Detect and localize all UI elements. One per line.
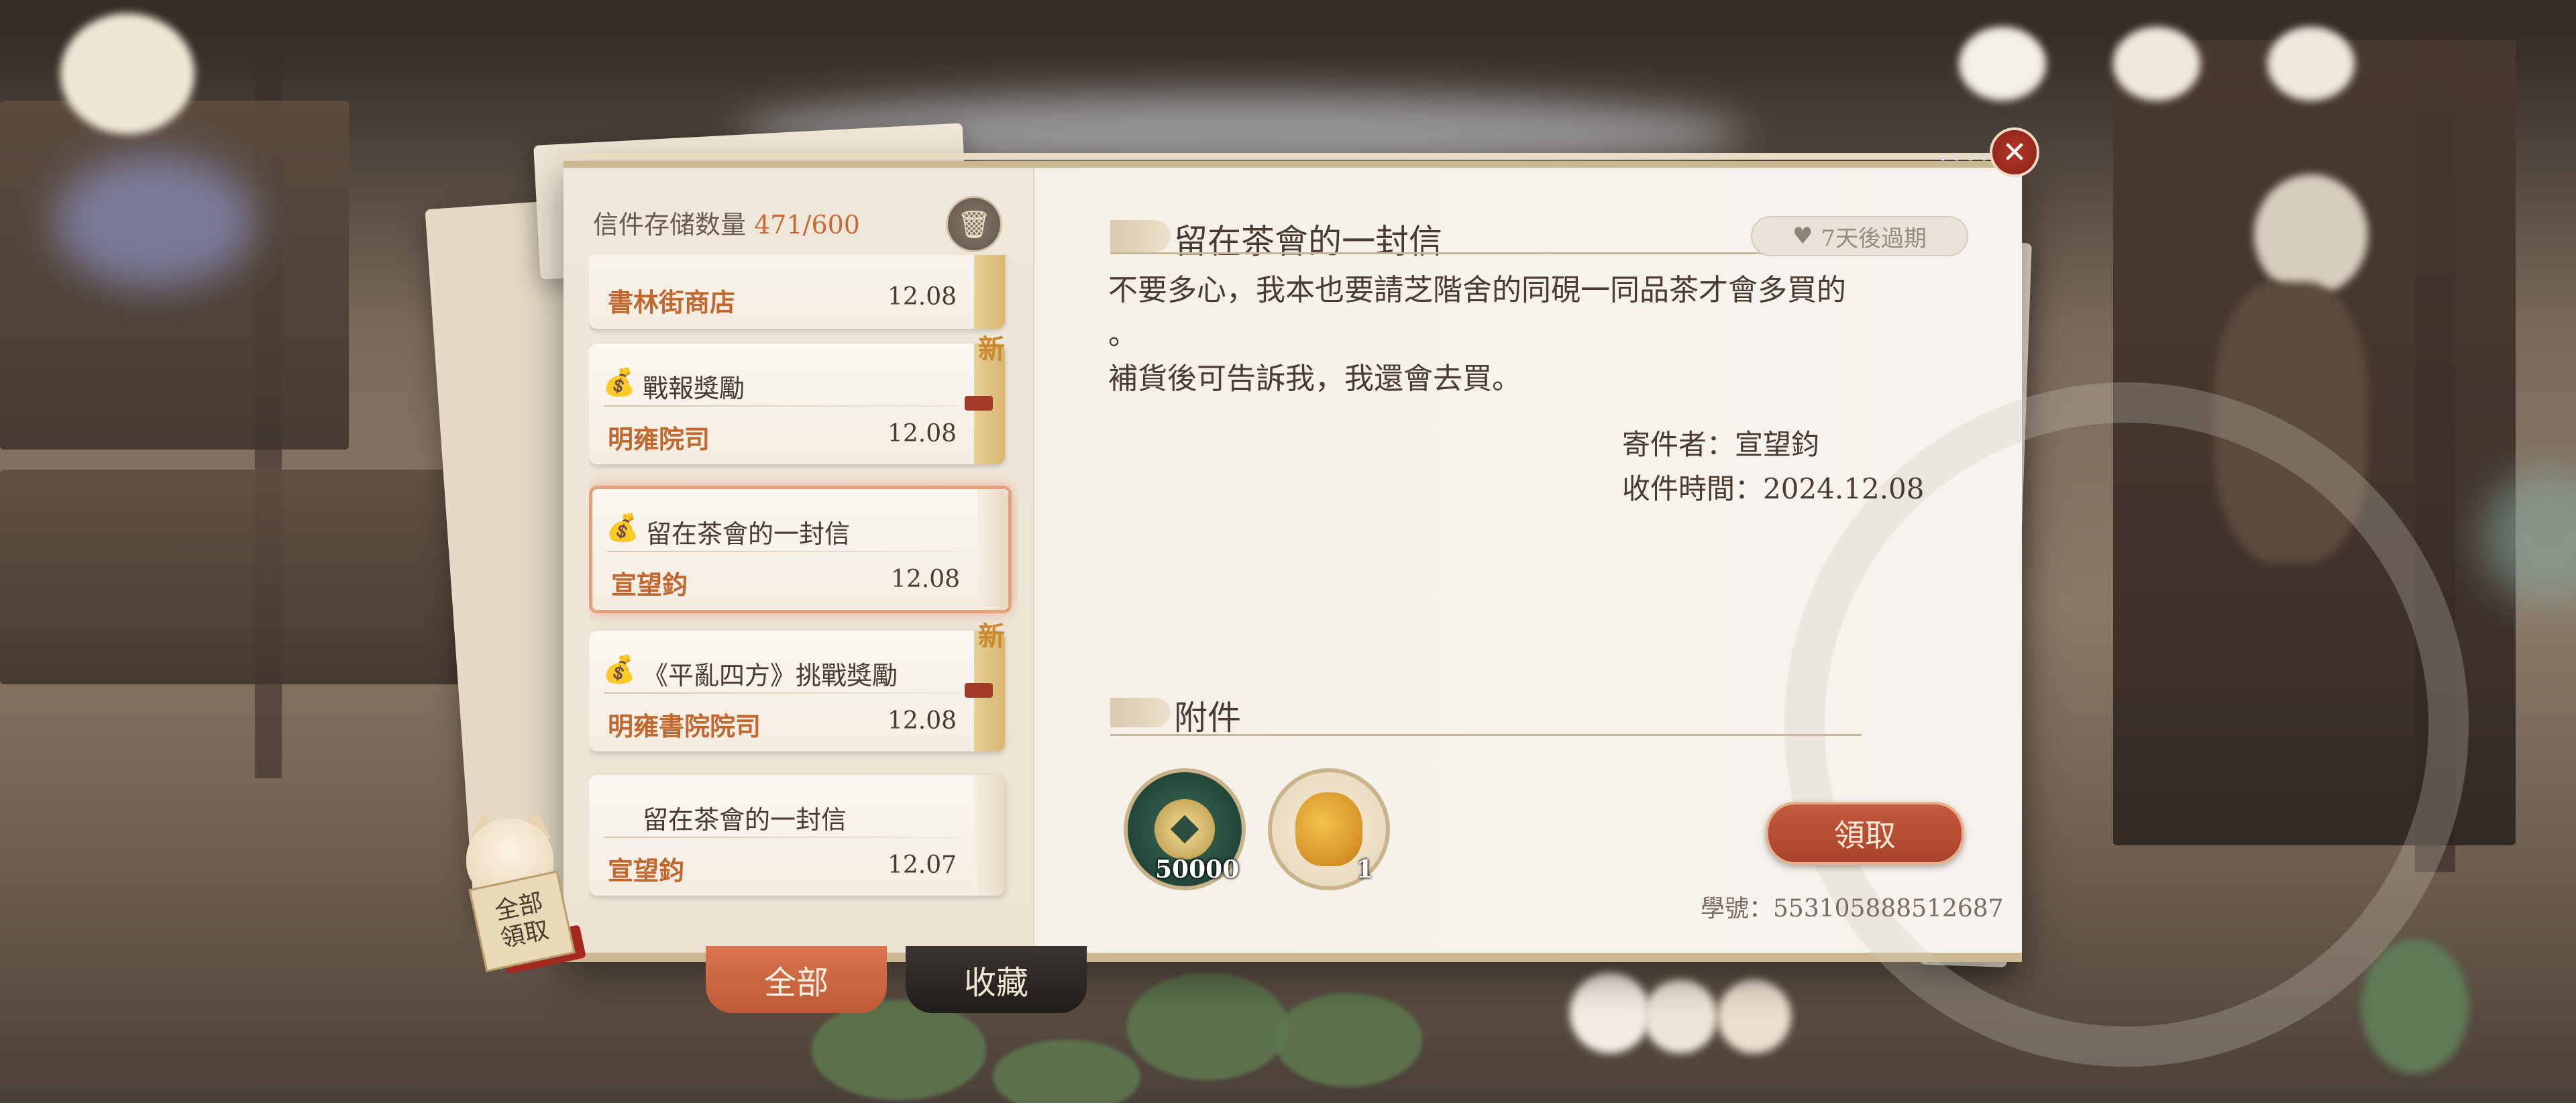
mail-list[interactable]: 書林街商店 12.08 新 💰 戰報獎勵 明雍院司 12.08 💰 留在茶會的一… <box>589 255 1018 926</box>
heart-icon: ♥ <box>1792 223 1813 250</box>
mail-item-date: 12.08 <box>890 566 960 593</box>
student-id-value: 553105888512687 <box>1773 895 2004 923</box>
storage-indicator: 信件存储数量 471/600 <box>593 204 860 241</box>
storage-count: 471/600 <box>754 210 860 240</box>
title-underline <box>1110 252 1862 254</box>
mail-item[interactable]: 新 💰 戰報獎勵 明雍院司 12.08 <box>589 333 1005 464</box>
mail-title: 留在茶會的一封信 <box>1174 222 1442 261</box>
pouch-quantity: 1 <box>1356 855 1374 884</box>
expire-text: 7天後過期 <box>1821 225 1927 252</box>
mail-item-title: 《平亂四方》挑戰獎勵 <box>643 661 898 690</box>
mail-item-sender: 宣望鈞 <box>611 570 688 600</box>
mail-panel: 信件存储数量 471/600 🗑 書林街商店 12.08 新 💰 戰報獎勵 明雍… <box>564 153 2469 1067</box>
attachments-underline <box>1110 734 1862 736</box>
envelope-edge <box>974 775 1005 896</box>
student-id: 學號：553105888512687 <box>1701 889 2004 924</box>
envelope-edge <box>977 489 1008 610</box>
reward-bag-icon: 💰 <box>602 654 636 685</box>
mail-item-date: 12.08 <box>887 707 957 735</box>
received-time: 2024.12.08 <box>1763 472 1925 505</box>
mail-item-sender: 書林街商店 <box>608 287 736 317</box>
mail-item[interactable]: 留在茶會的一封信 宣望鈞 12.07 <box>589 775 1005 896</box>
new-badge: 新 <box>978 621 1005 652</box>
tab-favorites[interactable]: 收藏 <box>906 946 1087 1013</box>
new-badge: 新 <box>978 333 1005 365</box>
mail-item-selected[interactable]: 💰 留在茶會的一封信 宣望鈞 12.08 <box>589 486 1012 613</box>
reward-bag-icon: 💰 <box>606 513 639 543</box>
reward-bag-icon: 💰 <box>602 367 636 398</box>
divider <box>604 405 958 407</box>
storage-label: 信件存储数量 <box>593 210 747 240</box>
claim-button[interactable]: 領取 <box>1766 802 1964 865</box>
mail-list-column: 信件存储数量 471/600 🗑 書林街商店 12.08 新 💰 戰報獎勵 明雍… <box>564 168 1034 953</box>
mail-item[interactable]: 書林街商店 12.08 <box>589 255 1005 329</box>
expire-badge: ♥ 7天後過期 <box>1751 216 1968 256</box>
mail-item-sender: 明雍院司 <box>608 424 710 454</box>
divider <box>604 837 958 838</box>
sender-name: 宣望鈞 <box>1735 428 1820 461</box>
tab-all[interactable]: 全部 <box>706 946 887 1013</box>
mail-item-sender: 宣望鈞 <box>608 855 685 886</box>
mail-body: 不要多心，我本也要請芝階舍的同硯一同品茶才會多買的 。 補貨後可告訴我，我還會去… <box>1108 273 1846 396</box>
divider <box>607 551 961 552</box>
mail-item-title: 留在茶會的一封信 <box>646 519 851 549</box>
mail-item-date: 12.08 <box>887 283 957 311</box>
mail-item-date: 12.08 <box>887 420 957 448</box>
trash-icon[interactable]: 🗑 <box>946 196 1002 252</box>
envelope-edge <box>974 255 1005 329</box>
mail-item-title: 戰報獎勵 <box>643 374 745 403</box>
time-label: 收件時間： <box>1622 472 1764 505</box>
close-icon: ✕ <box>2002 135 2027 170</box>
divider <box>604 692 958 694</box>
wax-seal-icon <box>965 396 993 411</box>
mail-item-sender: 明雍書院院司 <box>608 711 761 741</box>
attachments-title: 附件 <box>1174 698 1241 737</box>
wax-seal-icon <box>965 683 993 698</box>
mail-item-title: 留在茶會的一封信 <box>643 805 847 835</box>
student-id-label: 學號： <box>1701 895 1774 923</box>
close-button[interactable]: ✕ <box>1990 127 2039 177</box>
claim-all-button[interactable]: 全部 領取 <box>429 812 586 980</box>
mail-item-date: 12.07 <box>887 851 957 879</box>
mail-item[interactable]: 新 💰 《平亂四方》挑戰獎勵 明雍書院院司 12.08 <box>589 621 1005 751</box>
coin-quantity: 50000 <box>1155 855 1240 884</box>
attachment-scroll-ornament <box>1110 698 1171 727</box>
title-scroll-ornament <box>1110 220 1171 252</box>
mail-meta: 寄件者：宣望鈞 收件時間：2024.12.08 <box>1622 423 1925 511</box>
sender-label: 寄件者： <box>1622 428 1735 461</box>
